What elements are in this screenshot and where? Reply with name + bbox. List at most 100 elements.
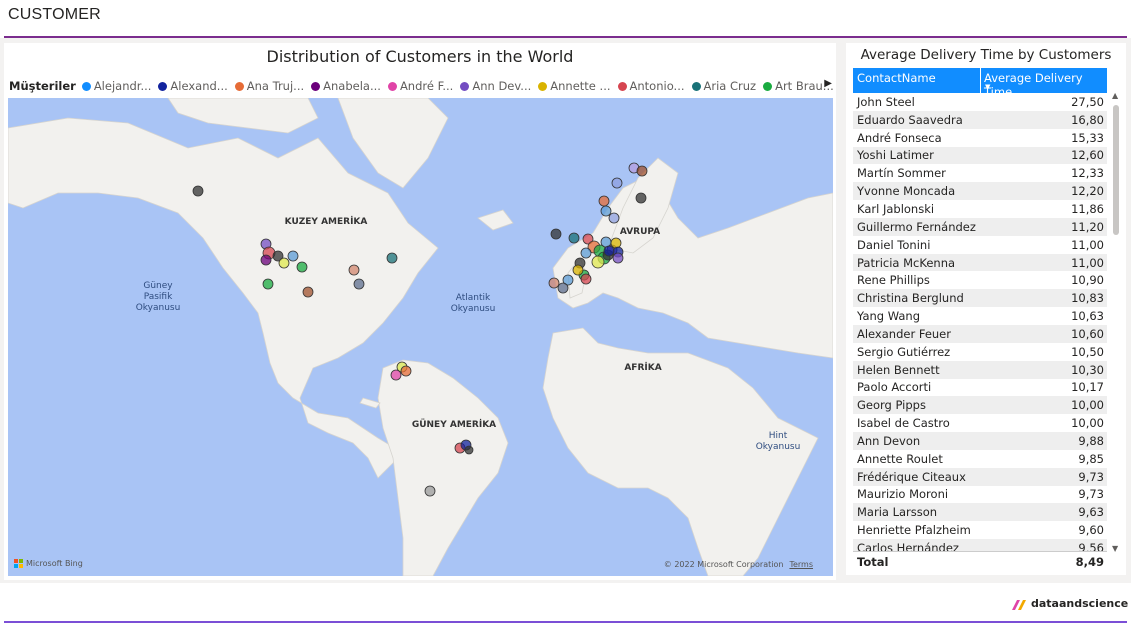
contact-name-cell: Georg Pipps [857,398,926,413]
customer-bubble [610,237,622,249]
table-row[interactable]: Paolo Accorti 10,17 [853,378,1107,397]
delivery-time-table-visual[interactable]: Average Delivery Time by Customers Conta… [846,43,1126,575]
delivery-time-cell: 9,56 [1078,541,1104,551]
table-row[interactable]: Rene Phillips 10,90 [853,271,1107,290]
customer-bubble [568,232,580,244]
sort-descending-icon: ▼ [985,83,991,91]
cuba-shape [359,397,381,409]
customer-bubble [353,278,365,290]
contact-name-cell: Maria Larsson [857,505,938,520]
table-row[interactable]: Patricia McKenna 11,00 [853,253,1107,272]
legend-item[interactable]: Ann Dev... [460,79,531,93]
table-row[interactable]: John Steel 27,50 [853,93,1107,111]
scroll-up-icon[interactable]: ▲ [1112,91,1118,100]
table-row[interactable]: Isabel de Castro 10,00 [853,414,1107,433]
table-row[interactable]: Guillermo Fernández 11,20 [853,217,1107,236]
table-row[interactable]: Yvonne Moncada 12,20 [853,182,1107,201]
customer-bubble [424,485,436,497]
customer-bubble [636,165,648,177]
map-terms-link[interactable]: Terms [789,560,813,569]
customer-bubble [262,278,274,290]
contact-name-cell: Yang Wang [857,309,921,324]
table-row[interactable]: Karl Jablonski 11,86 [853,200,1107,218]
table-row[interactable]: Yang Wang 10,63 [853,307,1107,325]
table-row[interactable]: Carlos Hernández 9,56 [853,539,1107,551]
legend-item-label: Alexand... [170,79,228,93]
greenland-shape [337,98,449,189]
delivery-time-cell: 10,83 [1071,291,1104,306]
column-header-delivery-time[interactable]: Average Delivery Time ▼ [981,68,1107,99]
table-row[interactable]: Alexander Feuer 10,60 [853,324,1107,343]
delivery-time-cell: 15,33 [1071,130,1104,145]
legend-items: Alejandr... Alexand... Ana Truj... Anabela.… [81,79,835,93]
delivery-time-cell: 10,00 [1071,398,1104,413]
legend-item[interactable]: Alejandr... [81,79,151,93]
brand-mark-icon [1012,599,1026,610]
table-row[interactable]: Sergio Gutiérrez 10,50 [853,342,1107,361]
delivery-time-cell: 12,20 [1071,184,1104,199]
customer-map-visual[interactable]: Distribution of Customers in the World M… [4,43,836,580]
legend-next-icon[interactable]: ▶ [824,78,832,89]
legend-item-label: Anabela... [323,79,381,93]
table-row[interactable]: Maria Larsson 9,63 [853,503,1107,522]
contact-name-cell: Eduardo Saavedra [857,112,963,127]
legend-dot-icon [234,81,244,91]
world-map[interactable]: Güney Pasifik Okyanusu Atlantik Okyanusu… [8,98,833,576]
column-header-contactname[interactable]: ContactName [853,68,981,93]
customer-bubble [400,365,412,377]
delivery-time-cell: 11,00 [1071,255,1104,270]
legend-item[interactable]: Anabela... [311,79,381,93]
table-row[interactable]: Yoshi Latimer 12,60 [853,146,1107,165]
map-title: Distribution of Customers in the World [266,47,574,66]
contact-name-cell: Yoshi Latimer [857,148,934,163]
customer-bubble [390,369,402,381]
delivery-time-cell: 10,63 [1071,309,1104,324]
table-row[interactable]: Georg Pipps 10,00 [853,396,1107,415]
table-row[interactable]: Frédérique Citeaux 9,73 [853,467,1107,486]
legend-item[interactable]: Art Brau... [763,79,834,93]
delivery-time-cell: 9,73 [1078,469,1104,484]
contact-name-cell: Paolo Accorti [857,380,932,395]
table-row[interactable]: Maurizio Moroni 9,73 [853,485,1107,504]
scroll-thumb[interactable] [1113,105,1119,235]
delivery-time-cell: 27,50 [1071,94,1104,109]
table-row[interactable]: Martín Sommer 12,33 [853,164,1107,183]
contact-name-cell: Henriette Pfalzheim [857,523,971,538]
scroll-down-icon[interactable]: ▼ [1112,544,1118,553]
table-row[interactable]: Eduardo Saavedra 16,80 [853,110,1107,129]
customer-bubble [591,255,605,269]
table-row[interactable]: André Fonseca 15,33 [853,128,1107,147]
customer-bubble [287,250,299,262]
arctic-islands-shape [167,98,319,134]
customer-bubble [386,252,398,264]
customer-bubble [278,257,290,269]
customer-bubble [572,264,584,276]
table-row[interactable]: Daniel Tonini 11,00 [853,235,1107,254]
table-row[interactable]: Ann Devon 9,88 [853,432,1107,450]
contact-name-cell: Sergio Gutiérrez [857,344,951,359]
legend-item[interactable]: Alexand... [158,79,228,93]
legend-dot-icon [81,81,91,91]
africa-shape [542,327,819,576]
map-legend: Müşteriler Alejandr... Alexand... Ana Truj… [9,78,835,94]
delivery-time-cell: 10,50 [1071,344,1104,359]
legend-title: Müşteriler [9,79,76,93]
legend-dot-icon [763,81,773,91]
table-row[interactable]: Henriette Pfalzheim 9,60 [853,521,1107,540]
legend-item[interactable]: Aria Cruz [691,79,756,93]
legend-item[interactable]: Annette ... [538,79,611,93]
table-row[interactable]: Helen Bennett 10,30 [853,360,1107,379]
legend-item[interactable]: André F... [387,79,453,93]
brand-name: dataandscience [1031,597,1129,610]
delivery-time-cell: 10,17 [1071,380,1104,395]
table-body: John Steel 27,50 Eduardo Saavedra 16,80 Andr… [853,93,1107,551]
legend-item[interactable]: Antonio... [617,79,685,93]
table-row[interactable]: Annette Roulet 9,85 [853,449,1107,468]
table-row[interactable]: Christina Berglund 10,83 [853,289,1107,308]
page-title: CUSTOMER [8,6,101,23]
north-america-shape [8,117,439,479]
contact-name-cell: Frédérique Citeaux [857,469,966,484]
table-scrollbar[interactable]: ▲ ▼ [1112,91,1120,553]
delivery-time-cell: 9,63 [1078,505,1104,520]
legend-item[interactable]: Ana Truj... [234,79,304,93]
